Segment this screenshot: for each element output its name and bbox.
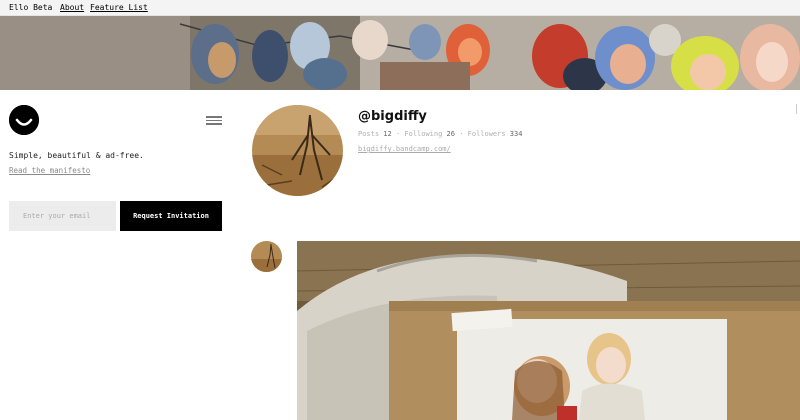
scrollbar-edge (796, 104, 800, 114)
ello-logo-icon[interactable] (9, 105, 39, 135)
manifesto-link[interactable]: Read the manifesto (9, 166, 90, 175)
profile-avatar[interactable] (252, 105, 343, 196)
followers-count[interactable]: 334 (510, 130, 523, 138)
profile-username: @bigdiffy (358, 109, 427, 124)
stat-separator: · (395, 130, 401, 138)
post-image[interactable] (297, 241, 800, 420)
request-invitation-button[interactable]: Request Invitation (120, 201, 222, 231)
stat-separator: · (459, 130, 464, 138)
hamburger-menu-icon[interactable] (206, 116, 222, 125)
nav-brand[interactable]: Ello Beta (9, 0, 52, 16)
following-label[interactable]: Following (404, 130, 442, 138)
tagline: Simple, beautiful & ad-free. (9, 151, 144, 160)
email-field[interactable] (9, 201, 116, 231)
profile-cover-image (0, 16, 800, 90)
profile-website-link[interactable]: bigdiffy.bandcamp.com/ (358, 145, 451, 153)
nav-about-link[interactable]: About (60, 0, 84, 16)
post-author-avatar[interactable] (251, 241, 282, 272)
profile-stats: Posts 12 · Following 26 · Followers 334 (358, 130, 522, 138)
top-nav: Ello Beta About Feature List (0, 0, 800, 16)
posts-count: 12 (383, 130, 392, 138)
following-count[interactable]: 26 (447, 130, 455, 138)
nav-feature-list-link[interactable]: Feature List (90, 0, 148, 16)
posts-label: Posts (358, 130, 380, 138)
followers-label[interactable]: Followers (468, 130, 506, 138)
